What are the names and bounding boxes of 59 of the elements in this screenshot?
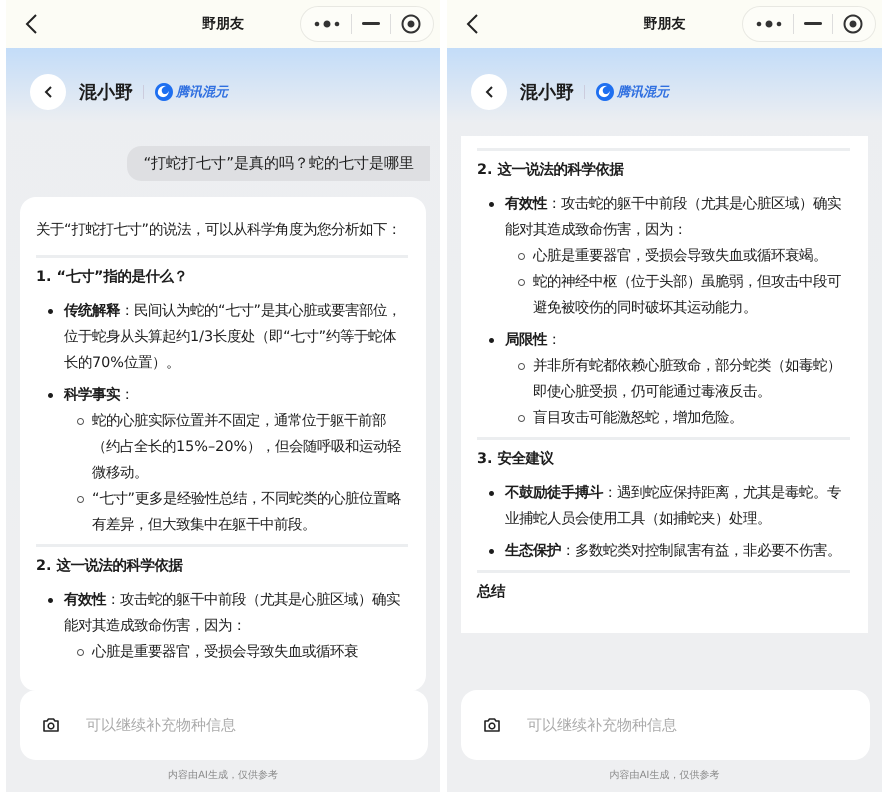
disclaimer-text: 内容由AI生成，仅供参考 (608, 768, 720, 783)
answer-paragraph: 关于“打蛇打七寸”的说法，可以从科学角度为您分析如下： (36, 220, 402, 240)
logo-icon (595, 82, 615, 102)
sub-bullet-text: 蛇的神经中枢（位于头部）虽脆弱，但攻击中段可避免被咬伤的同时破坏其运动能力。 (533, 272, 842, 318)
sub-bullet-text: 心脏是重要器官，受损会导致失血或循环衰 (92, 642, 359, 662)
bullet-circle (518, 253, 525, 260)
bullet-text: 生态保护：多数蛇类对控制鼠害有益，非必要不伤害。 (505, 542, 842, 561)
bullet-dot (489, 491, 494, 496)
assistant-name: 混小野 (79, 81, 133, 104)
message-input[interactable]: 可以继续补充物种信息 (525, 715, 870, 735)
section-heading: 1. “七寸”指的是什么？ (36, 268, 188, 287)
close-icon[interactable] (401, 14, 421, 34)
bullet-dot (48, 309, 53, 314)
more-icon[interactable] (313, 20, 341, 28)
bullet-text: 局限性： (505, 331, 562, 350)
sub-bullet-text: 心脏是重要器官，受损会导致失血或循环衰竭。 (533, 246, 828, 266)
bullet-text: 传统解释：民间认为蛇的“七寸”是其心脏或要害部位，位于蛇身从头算起约1/3长度处（即“七寸”约等于蛇体长的70%位置）。 (64, 302, 402, 373)
section-heading: 2. 这一说法的科学依据 (477, 160, 625, 180)
bullet-dot (48, 598, 53, 603)
camera-icon[interactable] (42, 717, 60, 733)
disclaimer-text: 内容由AI生成，仅供参考 (167, 768, 279, 783)
page-title: 野朋友 (644, 15, 686, 33)
bullet-dot (489, 338, 494, 343)
section-heading: 总结 (477, 582, 506, 602)
bullet-text: 有效性：攻击蛇的躯干中前段（尤其是心脏区域）确实能对其造成致命伤害，因为： (505, 194, 842, 240)
section-heading: 3. 安全建议 (477, 449, 555, 469)
more-icon[interactable] (755, 20, 783, 28)
camera-icon[interactable] (483, 717, 501, 733)
page-title: 野朋友 (202, 15, 244, 33)
back-icon[interactable] (484, 85, 494, 99)
bullet-dot (489, 202, 494, 207)
bullet-circle (518, 363, 525, 370)
assistant-name: 混小野 (520, 81, 574, 104)
section-heading: 2. 这一说法的科学依据 (36, 556, 184, 576)
bullet-circle (518, 279, 525, 286)
bullet-dot (48, 393, 53, 398)
brand-name: 腾讯混元 (176, 84, 228, 101)
bullet-text: 有效性：攻击蛇的躯干中前段（尤其是心脏区域）确实能对其造成致命伤害，因为： (64, 590, 401, 636)
logo-icon (154, 82, 174, 102)
bullet-text: 不鼓励徒手搏斗：遇到蛇应保持距离，尤其是毒蛇。专业捕蛇人员会使用工具（如捕蛇夹）处理。 (505, 484, 842, 529)
bullet-dot (489, 549, 494, 554)
minimize-icon[interactable] (362, 22, 380, 26)
bullet-circle (518, 415, 525, 422)
user-message: “打蛇打七寸”是真的吗？蛇的七寸是哪里 (127, 146, 430, 181)
bullet-circle (77, 649, 84, 656)
sub-bullet-text: “七寸”更多是经验性总结，不同蛇类的心脏位置略有差异，但大致集中在躯干中前段。 (92, 490, 402, 535)
bullet-circle (77, 418, 84, 425)
back-icon[interactable] (465, 13, 479, 35)
back-icon[interactable] (43, 85, 53, 99)
back-icon[interactable] (24, 13, 38, 35)
minimize-icon[interactable] (804, 22, 822, 26)
sub-bullet-text: 盲目攻击可能激怒蛇，增加危险。 (533, 408, 744, 428)
bullet-circle (77, 496, 84, 503)
close-icon[interactable] (843, 14, 863, 34)
sub-bullet-text: 并非所有蛇都依赖心脏致命，部分蛇类（如毒蛇）即使心脏受损，仍可能通过毒液反击。 (533, 356, 842, 402)
message-input[interactable]: 可以继续补充物种信息 (84, 715, 428, 735)
bullet-text: 科学事实： (64, 386, 135, 405)
sub-bullet-text: 蛇的心脏实际位置并不固定，通常位于躯干前部（约占全长的15%–20%），但会随呼吸和运动轻微移动。 (92, 412, 402, 483)
brand-name: 腾讯混元 (617, 84, 669, 101)
